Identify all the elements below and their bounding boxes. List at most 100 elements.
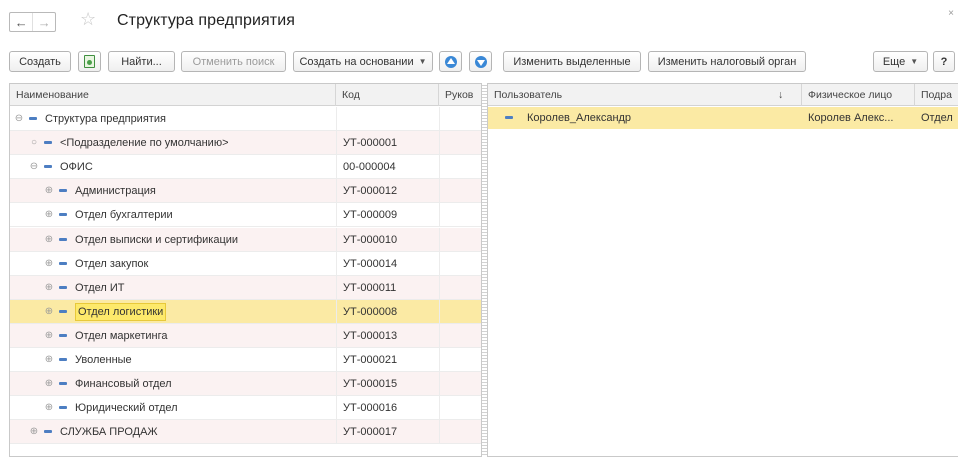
expand-icon[interactable]: ⊕ <box>44 228 54 252</box>
department-icon <box>59 285 67 289</box>
name-cell: Отдел ИТ <box>75 281 125 294</box>
copy-document-icon <box>84 55 95 68</box>
table-row[interactable]: Королев_Александр Королев Алекс... Отдел <box>488 107 958 129</box>
expand-icon[interactable]: ⊕ <box>44 396 54 420</box>
department-icon <box>44 430 52 434</box>
expand-icon[interactable]: ⊕ <box>44 179 54 203</box>
forward-arrow-icon[interactable]: → <box>32 13 55 31</box>
expand-icon[interactable]: ⊕ <box>44 252 54 276</box>
table-row[interactable]: ⊕ СЛУЖБА ПРОДАЖ УТ-000017 <box>10 420 481 445</box>
table-row[interactable]: ⊖ ОФИС 00-000004 <box>10 155 481 180</box>
table-header: Наименование Код Руков <box>10 84 481 106</box>
expand-icon[interactable]: ⊕ <box>44 300 54 324</box>
create-based-on-button[interactable]: Создать на основании ▼ <box>293 51 433 72</box>
create-button[interactable]: Создать <box>9 51 71 72</box>
chevron-down-icon: ▼ <box>910 57 919 66</box>
collapse-icon[interactable]: ⊖ <box>14 107 24 131</box>
department-icon <box>59 261 67 265</box>
column-header-person[interactable]: Физическое лицо <box>802 84 915 106</box>
manager-cell <box>439 179 481 204</box>
cancel-search-button[interactable]: Отменить поиск <box>181 51 286 72</box>
star-icon[interactable]: ☆ <box>80 9 96 30</box>
move-down-button[interactable] <box>469 51 492 72</box>
table-row[interactable]: ⊕ Юридический отдел УТ-000016 <box>10 396 481 421</box>
column-header-department[interactable]: Подра <box>915 84 958 106</box>
create-based-on-label: Создать на основании <box>299 55 414 68</box>
manager-cell <box>439 107 481 131</box>
users-table: Пользователь ↓ Физическое лицо Подра Кор… <box>487 83 958 457</box>
table-row[interactable]: ⊕ Администрация УТ-000012 <box>10 179 481 204</box>
department-icon <box>59 309 67 313</box>
edit-tax-authority-button[interactable]: Изменить налоговый орган <box>648 51 806 72</box>
manager-cell <box>439 227 481 252</box>
expand-icon[interactable]: ⊕ <box>44 348 54 372</box>
move-up-button[interactable] <box>439 51 462 72</box>
column-header-user[interactable]: Пользователь ↓ <box>488 84 802 106</box>
copy-button[interactable] <box>78 51 101 72</box>
table-row[interactable]: ⊕ Отдел закупок УТ-000014 <box>10 251 481 276</box>
code-cell: УТ-000014 <box>336 251 439 276</box>
table-row[interactable]: ⊕ Отдел маркетинга УТ-000013 <box>10 323 481 348</box>
table-row[interactable]: ⊕ Уволенные УТ-000021 <box>10 348 481 372</box>
code-cell: УТ-000016 <box>336 396 439 421</box>
code-cell: УТ-000010 <box>336 227 439 252</box>
table-row[interactable]: ○ <Подразделение по умолчанию> УТ-000001 <box>10 131 481 156</box>
more-label: Еще <box>882 55 906 68</box>
close-icon[interactable]: × <box>948 8 954 19</box>
department-icon <box>59 213 67 217</box>
table-row[interactable]: ⊕ Финансовый отдел УТ-000015 <box>10 372 481 397</box>
arrow-up-icon <box>444 55 457 68</box>
manager-cell <box>439 203 481 228</box>
name-cell: Структура предприятия <box>45 113 166 125</box>
leaf-icon[interactable]: ○ <box>29 131 39 155</box>
manager-cell <box>439 348 481 372</box>
manager-cell <box>439 323 481 348</box>
name-cell: Отдел закупок <box>75 257 149 270</box>
code-cell: УТ-000013 <box>336 323 439 348</box>
column-header-code[interactable]: Код <box>336 84 439 106</box>
column-header-user-label: Пользователь <box>494 89 563 101</box>
department-icon <box>59 406 67 410</box>
department-icon <box>59 189 67 193</box>
table-row[interactable]: ⊕ Отдел ИТ УТ-000011 <box>10 275 481 300</box>
navigation-buttons: ← → <box>9 12 56 32</box>
manager-cell <box>439 131 481 156</box>
name-cell: СЛУЖБА ПРОДАЖ <box>60 426 158 439</box>
person-cell: Королев Алекс... <box>808 112 894 124</box>
table-row[interactable]: ⊕ Отдел логистики УТ-000008 <box>10 299 481 324</box>
name-cell: Юридический отдел <box>75 402 178 415</box>
expand-icon[interactable]: ⊕ <box>44 203 54 227</box>
collapse-icon[interactable]: ⊖ <box>29 155 39 179</box>
department-icon <box>44 141 52 145</box>
manager-cell <box>439 251 481 276</box>
manager-cell <box>439 396 481 421</box>
find-button[interactable]: Найти... <box>108 51 175 72</box>
name-cell: Уволенные <box>75 354 132 366</box>
department-icon <box>29 117 37 120</box>
department-cell: Отдел <box>921 112 953 124</box>
department-icon <box>44 165 52 169</box>
column-header-manager[interactable]: Руков <box>439 84 481 106</box>
code-cell: УТ-000017 <box>336 420 439 445</box>
structure-tree-table: Наименование Код Руков ⊖ Структура предпр… <box>9 83 482 457</box>
name-cell: Отдел выписки и сертификации <box>75 233 239 246</box>
manager-cell <box>439 420 481 445</box>
table-row[interactable]: ⊖ Структура предприятия <box>10 107 481 131</box>
expand-icon[interactable]: ⊕ <box>44 324 54 348</box>
expand-icon[interactable]: ⊕ <box>44 372 54 396</box>
table-row[interactable]: ⊕ Отдел бухгалтерии УТ-000009 <box>10 203 481 228</box>
title-bar: ← → ☆ Структура предприятия × <box>0 0 958 44</box>
expand-icon[interactable]: ⊕ <box>44 276 54 300</box>
name-cell: <Подразделение по умолчанию> <box>60 137 229 150</box>
help-button[interactable]: ? <box>933 51 955 72</box>
more-button[interactable]: Еще ▼ <box>873 51 928 72</box>
table-row[interactable]: ⊕ Отдел выписки и сертификации УТ-000010 <box>10 227 481 252</box>
column-header-name[interactable]: Наименование <box>10 84 336 106</box>
expand-icon[interactable]: ⊕ <box>29 420 39 444</box>
manager-cell <box>439 155 481 180</box>
user-item-icon <box>505 116 513 119</box>
back-arrow-icon[interactable]: ← <box>10 13 32 31</box>
department-icon <box>59 382 67 386</box>
edit-selected-button[interactable]: Изменить выделенные <box>503 51 641 72</box>
code-cell: УТ-000011 <box>336 275 439 300</box>
